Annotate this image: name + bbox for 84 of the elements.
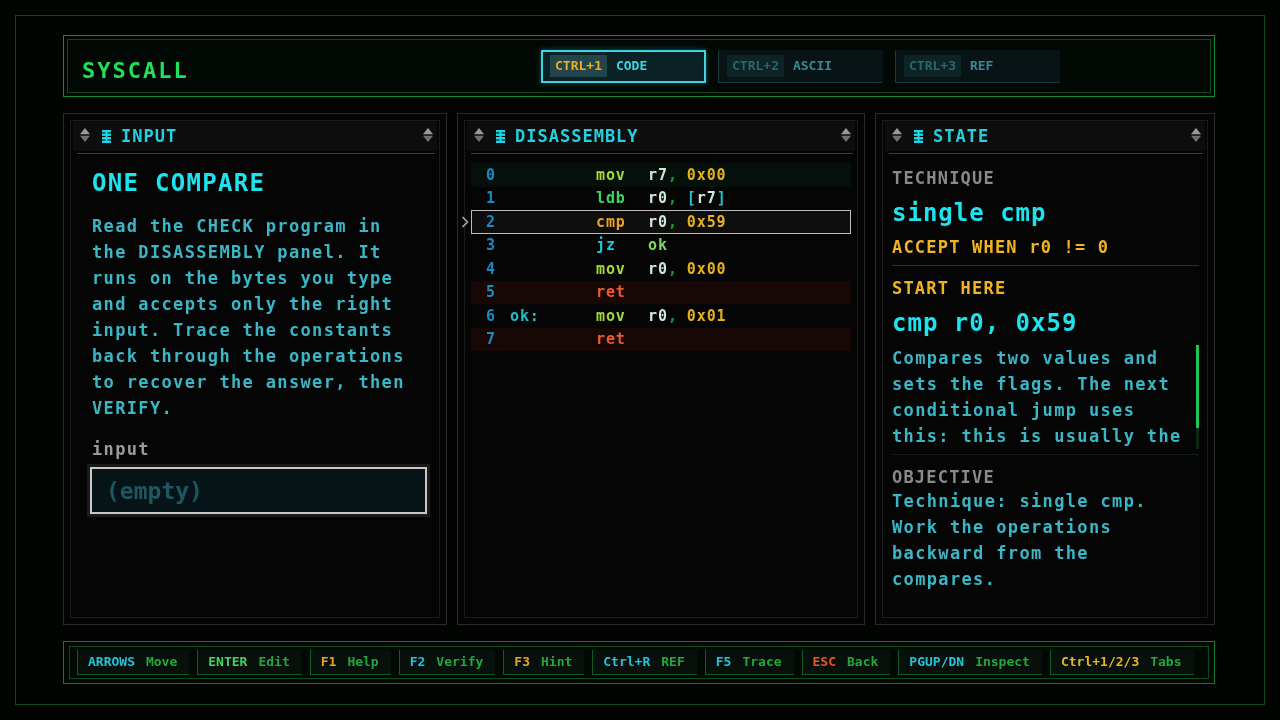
input-field[interactable]: (empty) [90, 467, 427, 514]
tab[interactable]: CTRL+2 ASCII [718, 49, 883, 83]
key-label: PGUP/DN [909, 654, 965, 670]
diamond-icon [423, 128, 433, 142]
diamond-icon [1191, 128, 1201, 142]
operands: r0, 0x00 [648, 259, 727, 278]
scrollbar[interactable] [1196, 345, 1199, 449]
key-label: F5 [715, 654, 732, 670]
instruction-row[interactable]: 3 jz ok [471, 233, 851, 257]
operands: r7, 0x00 [648, 165, 727, 184]
line-number: 4 [486, 259, 496, 278]
tab[interactable]: CTRL+3 REF [895, 49, 1060, 83]
diamond-icon [80, 128, 90, 142]
tab[interactable]: CTRL+1 CODE [541, 49, 706, 83]
line-number: 0 [486, 165, 496, 184]
key-label: Ctrl+R [603, 654, 651, 670]
section-label: START HERE [892, 277, 1008, 299]
start-instruction: cmp r0, 0x59 [892, 308, 1079, 338]
accept-condition: ACCEPT WHEN r0 != 0 [892, 236, 1111, 258]
mnemonic: cmp [596, 212, 626, 231]
action-label: Trace [742, 654, 782, 670]
action-label: Verify [436, 654, 484, 670]
line-number: 6 [486, 306, 496, 325]
line-number: 5 [486, 283, 496, 302]
key-label: ARROWS [88, 654, 135, 670]
stacked-bars-icon [914, 129, 923, 143]
instruction-row[interactable]: 2 cmp r0, 0x59 [471, 210, 851, 234]
key-label: F2 [409, 654, 426, 670]
action-label: Hint [541, 654, 573, 670]
technique-name: single cmp [892, 198, 1048, 228]
operands: r0, 0x01 [648, 306, 727, 325]
section-label: TECHNIQUE [892, 167, 996, 189]
diamond-icon [892, 128, 902, 142]
line-number: 1 [486, 189, 496, 208]
diamond-icon [841, 128, 851, 142]
action-label: Tabs [1150, 654, 1182, 670]
line-number: 2 [486, 212, 496, 231]
mnemonic: ret [596, 283, 626, 302]
stacked-bars-icon [102, 129, 111, 143]
diamond-icon [474, 128, 484, 142]
panel-title: INPUT [121, 126, 178, 146]
action-label: Inspect [975, 654, 1030, 670]
code-label: ok: [510, 306, 540, 325]
operands: r0, 0x59 [648, 212, 727, 231]
panel-title: DISASSEMBLY [515, 126, 639, 146]
action-label: Edit [258, 654, 290, 670]
stacked-bars-icon [496, 129, 505, 143]
app-title: SYSCALL [82, 58, 189, 84]
instruction-row[interactable]: 5 ret [471, 280, 851, 304]
instruction-row[interactable]: 1 ldb r0, [r7] [471, 186, 851, 210]
key-label: ENTER [208, 654, 248, 670]
key-label: Ctrl+1/2/3 [1060, 654, 1140, 670]
line-number: 3 [486, 236, 496, 255]
mnemonic: jz [596, 236, 616, 255]
action-label: Back [847, 654, 879, 670]
mnemonic: ret [596, 330, 626, 349]
mnemonic: mov [596, 259, 626, 278]
shortcut-key: CTRL+1 [550, 55, 607, 77]
key-label: F3 [514, 654, 530, 670]
action-label: Help [347, 654, 379, 670]
instruction-row[interactable]: 7 ret [471, 327, 851, 351]
panel-title: STATE [933, 126, 990, 146]
instruction-row[interactable]: 6 ok: mov r0, 0x01 [471, 304, 851, 328]
action-label: REF [661, 654, 685, 670]
line-number: 7 [486, 330, 496, 349]
explanation-text: Compares two values and sets the flags. The next conditional jump uses this: this is usually the [892, 347, 1183, 448]
mnemonic: ldb [596, 189, 626, 208]
mnemonic: mov [596, 306, 626, 325]
instructions-text: Read the CHECK program in the DISASSEMBLY panel. It runs on the bytes you type and accepts only the right input. Trace the constants back through the operations to recover the answer, then VERIFY. [92, 215, 406, 420]
key-label: ESC [812, 654, 837, 670]
action-label: Move [145, 654, 178, 670]
field-label: input [92, 438, 151, 461]
shortcut-key: CTRL+2 [727, 55, 784, 77]
instruction-row[interactable]: 0 mov r7, 0x00 [471, 163, 851, 187]
section-label: OBJECTIVE [892, 466, 996, 488]
mnemonic: mov [596, 165, 626, 184]
puzzle-heading: ONE COMPARE [92, 168, 267, 198]
operands: ok [648, 236, 668, 255]
instruction-row[interactable]: 4 mov r0, 0x00 [471, 257, 851, 281]
shortcut-key: CTRL+3 [904, 55, 961, 77]
chevron-icon [461, 215, 469, 228]
objective-text: Technique: single cmp. Work the operations backward from the compares. [892, 490, 1148, 591]
key-label: F1 [320, 654, 337, 670]
operands: r0, [r7] [648, 189, 727, 208]
